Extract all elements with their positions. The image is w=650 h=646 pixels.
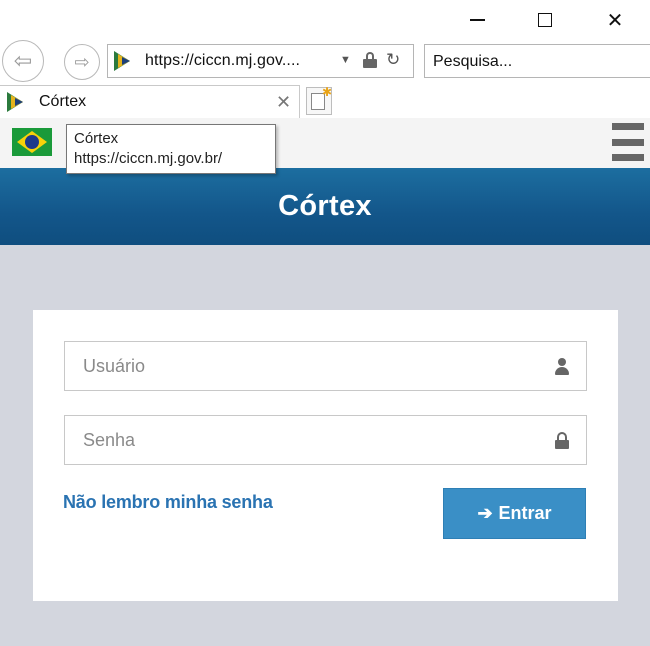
- tooltip-title: Córtex: [74, 130, 119, 147]
- search-input[interactable]: Pesquisa...: [424, 44, 650, 78]
- login-button-label: Entrar: [498, 503, 552, 523]
- forgot-password-link[interactable]: Não lembro minha senha: [63, 492, 273, 513]
- username-field[interactable]: [64, 341, 587, 391]
- menu-icon[interactable]: [612, 123, 644, 161]
- window-titlebar: ✕: [0, 0, 650, 40]
- password-input[interactable]: [65, 416, 525, 464]
- password-field[interactable]: [64, 415, 587, 465]
- maximize-icon: [538, 13, 552, 27]
- new-tab-button[interactable]: ✱: [306, 85, 333, 115]
- back-button[interactable]: ⇦: [2, 40, 44, 82]
- address-dropdown-icon[interactable]: ▼: [340, 54, 351, 66]
- tab-close-icon[interactable]: ✕: [276, 92, 291, 113]
- address-bar[interactable]: https://ciccn.mj.gov.... ▼ ↻: [107, 44, 414, 78]
- brazil-flag-icon[interactable]: [12, 128, 52, 156]
- tab-bar: Córtex ✕ ✱: [0, 82, 650, 118]
- back-arrow-icon: ⇦: [13, 48, 33, 73]
- site-favicon-icon: [114, 51, 136, 71]
- user-icon: [554, 358, 570, 375]
- sign-in-icon: ➔: [477, 503, 493, 523]
- tab-cortex[interactable]: Córtex ✕: [0, 85, 300, 118]
- forward-arrow-icon: ⇨: [74, 51, 90, 72]
- page-title: Córtex: [278, 190, 372, 222]
- login-button[interactable]: ➔ Entrar: [443, 488, 586, 539]
- minimize-icon: [469, 19, 485, 21]
- username-input[interactable]: [65, 342, 525, 390]
- tab-title: Córtex: [39, 93, 87, 110]
- forward-button[interactable]: ⇨: [64, 44, 100, 80]
- lock-icon[interactable]: [363, 52, 377, 68]
- minimize-button[interactable]: [454, 6, 500, 34]
- tab-favicon-icon: [7, 92, 29, 112]
- maximize-button[interactable]: [522, 6, 568, 34]
- close-window-button[interactable]: ✕: [592, 6, 638, 34]
- address-url[interactable]: https://ciccn.mj.gov....: [145, 52, 300, 70]
- star-icon: ✱: [322, 85, 333, 99]
- tab-tooltip: Córtex https://ciccn.mj.gov.br/: [66, 124, 276, 174]
- close-icon: ✕: [606, 9, 624, 32]
- site-header: Córtex: [0, 168, 650, 245]
- refresh-icon[interactable]: ↻: [386, 50, 400, 70]
- tooltip-url: https://ciccn.mj.gov.br/: [74, 150, 223, 167]
- login-card: Não lembro minha senha ➔ Entrar: [33, 310, 618, 601]
- password-lock-icon: [554, 432, 570, 449]
- browser-navbar: ⇦ ⇨ https://ciccn.mj.gov.... ▼ ↻ Pesquis…: [0, 40, 650, 82]
